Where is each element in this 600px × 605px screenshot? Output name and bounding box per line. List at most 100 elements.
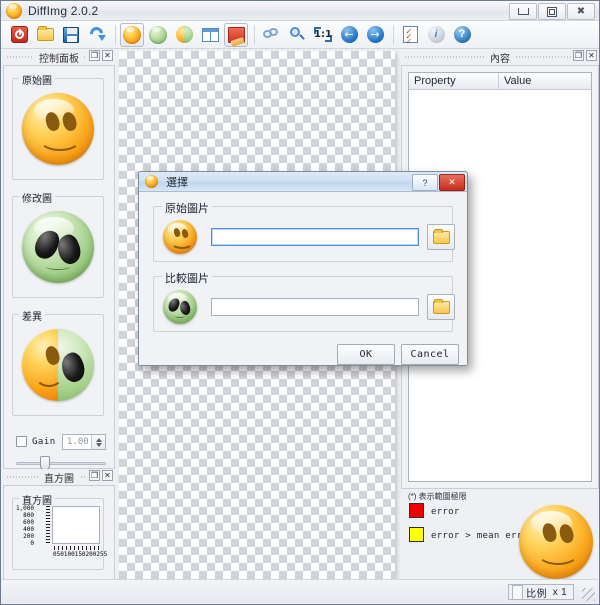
dialog-original-thumbnail: [163, 220, 197, 254]
link-views-button[interactable]: [259, 23, 283, 47]
close-icon: ✖: [577, 7, 585, 17]
properties-title-bar: 內容 ❐ ✕: [401, 49, 599, 65]
next-button[interactable]: →: [363, 23, 387, 47]
folder-open-icon: [433, 301, 450, 314]
column-header-property[interactable]: Property: [409, 73, 499, 90]
floppy-save-icon: [63, 27, 79, 43]
dialog-compare-thumbnail: [163, 290, 197, 324]
magnifier-icon: [289, 26, 306, 43]
histogram-plot-area: [52, 506, 100, 544]
original-image-group: 原始圖: [12, 78, 104, 180]
properties-title: 內容: [485, 50, 515, 65]
dialog-cancel-button[interactable]: Cancel: [401, 344, 459, 365]
status-face-indicator: [519, 505, 593, 579]
show-modified-button[interactable]: [146, 23, 170, 47]
histogram-title-bar: 直方圖 ❐ ✕: [3, 469, 115, 485]
compare-image-path-input[interactable]: [211, 298, 419, 316]
properties-float-button[interactable]: ❐: [573, 50, 584, 61]
scale-label: 比例: [526, 585, 553, 600]
folder-open-icon: [37, 28, 54, 41]
dock-dots-left: [405, 56, 484, 58]
properties-close-button[interactable]: ✕: [586, 50, 597, 61]
gain-stepper[interactable]: 1.00: [62, 434, 106, 450]
zoom-fit-button[interactable]: [285, 23, 309, 47]
quit-button[interactable]: [7, 23, 31, 47]
legend-note: (*) 表示範圍極限: [408, 491, 467, 502]
reload-button[interactable]: [85, 23, 109, 47]
dialog-help-button[interactable]: ?: [412, 174, 438, 191]
dialog-original-label: 原始圖片: [162, 200, 212, 216]
histogram-x-axis-ticks: [54, 546, 100, 550]
resize-grip[interactable]: [582, 588, 595, 601]
dialog-close-button[interactable]: ✕: [439, 174, 465, 191]
one-to-one-icon: 1:1: [314, 27, 332, 42]
control-panel-float-button[interactable]: ❐: [89, 50, 100, 61]
show-difference-button[interactable]: [172, 23, 196, 47]
paint-bucket-icon: [228, 27, 245, 43]
gain-stepper-arrows[interactable]: [91, 435, 105, 449]
control-panel-dock: 控制面板 ❐ ✕ 原始圖 修改: [3, 49, 115, 469]
legend-label-error: error: [431, 507, 460, 517]
show-original-button[interactable]: [120, 23, 144, 47]
gain-slider[interactable]: [16, 456, 106, 470]
about-button[interactable]: i: [424, 23, 448, 47]
gain-checkbox[interactable]: [16, 436, 27, 447]
gain-value: 1.00: [63, 437, 91, 447]
window-controls: ✖: [508, 3, 595, 20]
highlight-mask-button[interactable]: [224, 23, 248, 47]
original-image-label: 原始圖: [19, 72, 55, 87]
maximize-button[interactable]: [538, 3, 566, 20]
window-title: DiffImg 2.0.2: [28, 4, 98, 18]
split-view-button[interactable]: [198, 23, 222, 47]
dialog-ok-button[interactable]: OK: [337, 344, 395, 365]
properties-table-header: Property Value: [409, 73, 591, 90]
scale-indicator[interactable]: 比例 x 1: [508, 584, 574, 600]
original-image-thumbnail[interactable]: [22, 93, 94, 165]
previous-button[interactable]: ←: [337, 23, 361, 47]
gain-slider-handle[interactable]: [40, 456, 50, 470]
difference-image-thumbnail[interactable]: [22, 329, 94, 401]
legend-swatch-mean-error: [409, 527, 424, 542]
histogram-ytick-5: 0: [12, 541, 34, 547]
column-header-value[interactable]: Value: [499, 73, 591, 90]
original-image-path-input[interactable]: [211, 228, 419, 246]
window-title-bar: DiffImg 2.0.2 ✖: [1, 1, 599, 21]
save-button[interactable]: [59, 23, 83, 47]
toolbar-separator: [115, 25, 116, 45]
scale-value: x 1: [553, 587, 573, 598]
gain-slider-track: [16, 462, 106, 465]
modified-image-group: 修改圖: [12, 196, 104, 298]
control-panel-dock-buttons: ❐ ✕: [87, 50, 113, 61]
difference-image-group: 差異: [12, 314, 104, 416]
difference-image-label: 差異: [19, 308, 45, 323]
control-panel-body: 原始圖 修改圖: [3, 65, 115, 469]
options-button[interactable]: ✓✓✓: [398, 23, 422, 47]
zoom-actual-button[interactable]: 1:1: [311, 23, 335, 47]
scale-box-icon: [512, 585, 523, 600]
histogram-float-button[interactable]: ❐: [89, 470, 100, 481]
minimize-button[interactable]: [509, 3, 537, 20]
close-button[interactable]: ✖: [567, 3, 595, 20]
dialog-title-bar: 選擇 ? ✕: [139, 172, 467, 192]
histogram-close-button[interactable]: ✕: [102, 470, 113, 481]
smiley-orange-icon: [123, 26, 141, 44]
control-panel-title: 控制面板: [34, 50, 84, 65]
half-face-icon: [176, 26, 193, 43]
modified-image-thumbnail[interactable]: [22, 211, 94, 283]
control-panel-close-button[interactable]: ✕: [102, 50, 113, 61]
dock-dots-right: [516, 56, 571, 58]
histogram-title: 直方圖: [39, 470, 79, 485]
histogram-xticks-label: 050100150200255: [53, 552, 107, 558]
histogram-y-axis-ticks: [46, 506, 50, 544]
compare-browse-button[interactable]: [427, 294, 455, 320]
minimize-icon: [518, 8, 529, 15]
help-button[interactable]: ?: [450, 23, 474, 47]
app-smiley-icon: [145, 175, 158, 188]
dialog-compare-label: 比較圖片: [162, 270, 212, 286]
toolbar-separator: [393, 25, 394, 45]
open-button[interactable]: [33, 23, 57, 47]
original-browse-button[interactable]: [427, 224, 455, 250]
alien-green-icon: [149, 26, 167, 44]
toolbar-separator: [254, 25, 255, 45]
properties-dock-buttons: ❐ ✕: [571, 50, 597, 61]
